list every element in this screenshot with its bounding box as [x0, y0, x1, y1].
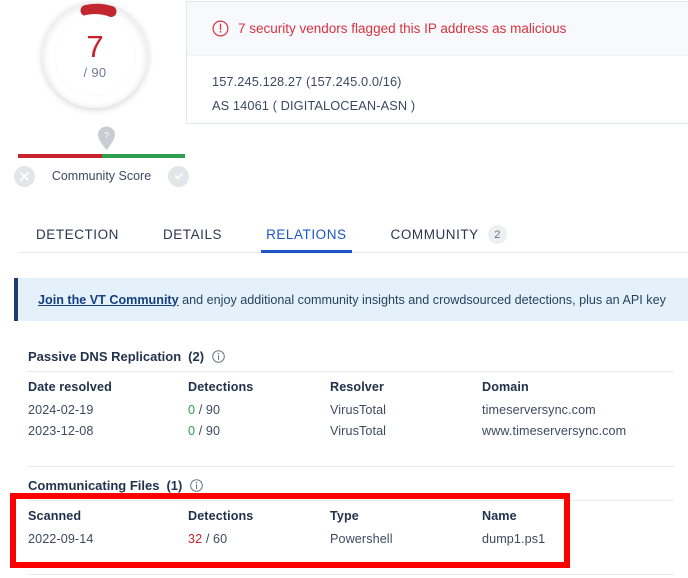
communicating-files-count: (1) — [166, 478, 182, 493]
tab-details-label: DETAILS — [163, 227, 222, 242]
tab-community-badge: 2 — [488, 225, 507, 244]
report-tabs: DETECTION DETAILS RELATIONS COMMUNITY 2 — [0, 216, 688, 253]
cross-icon[interactable] — [14, 166, 35, 187]
ip-address-line: 157.245.128.27 (157.245.0.0/16) — [212, 70, 688, 94]
join-banner-rest: and enjoy additional community insights … — [179, 293, 666, 307]
column-date-resolved: Date resolved — [28, 372, 188, 400]
detection-score-total: / 90 — [84, 65, 107, 80]
cell-detections: 0 / 90 — [188, 400, 330, 421]
virustotal-ip-report-page: 7 / 90 ? Community Score — [0, 0, 688, 578]
cell-resolver: VirusTotal — [330, 421, 482, 442]
join-vt-community-link[interactable]: Join the VT Community — [38, 293, 179, 307]
malicious-warning-row: 7 security vendors flagged this IP addre… — [187, 2, 688, 56]
communicating-files-table: Scanned Detections Type Name 2022-09-14 … — [28, 501, 688, 550]
passive-dns-table: Date resolved Detections Resolver Domain… — [28, 372, 688, 442]
column-type: Type — [330, 501, 482, 529]
passive-dns-count: (2) — [188, 349, 204, 364]
cell-domain[interactable]: timeserversync.com — [482, 400, 688, 421]
column-detections: Detections — [188, 372, 330, 400]
detection-score-gauge: 7 / 90 — [42, 2, 148, 108]
detection-summary-card: 7 security vendors flagged this IP addre… — [186, 1, 688, 124]
info-icon[interactable] — [212, 350, 225, 363]
cell-scanned: 2022-09-14 — [28, 529, 188, 550]
communicating-files-title: Communicating Files — [28, 478, 159, 493]
info-icon[interactable] — [190, 479, 203, 492]
table-row[interactable]: 2023-12-08 0 / 90 VirusTotal www.timeser… — [28, 421, 688, 442]
column-detections: Detections — [188, 501, 330, 529]
tab-detection-label: DETECTION — [36, 227, 119, 242]
check-icon[interactable] — [168, 166, 189, 187]
table-header-row: Scanned Detections Type Name — [28, 501, 688, 529]
passive-dns-section: Passive DNS Replication (2) Date resolve… — [14, 341, 674, 442]
passive-dns-title: Passive DNS Replication — [28, 349, 181, 364]
table-row[interactable]: 2024-02-19 0 / 90 VirusTotal timeservers… — [28, 400, 688, 421]
column-name: Name — [482, 501, 688, 529]
tab-community-label: COMMUNITY — [391, 227, 479, 242]
detections-total: / 90 — [199, 424, 220, 438]
detections-total: / 90 — [199, 403, 220, 417]
cell-detections: 0 / 90 — [188, 421, 330, 442]
passive-dns-bottom-divider — [28, 466, 674, 467]
cell-date-resolved: 2023-12-08 — [28, 421, 188, 442]
detections-hits: 32 — [188, 532, 202, 546]
tab-relations[interactable]: RELATIONS — [265, 216, 347, 253]
cell-detections: 32 / 60 — [188, 529, 330, 550]
tab-relations-label: RELATIONS — [266, 227, 346, 242]
join-community-banner: Join the VT Community and enjoy addition… — [14, 278, 688, 321]
column-resolver: Resolver — [330, 372, 482, 400]
tab-details[interactable]: DETAILS — [162, 216, 223, 253]
tab-community[interactable]: COMMUNITY 2 — [390, 216, 508, 253]
asn-line: AS 14061 ( DIGITALOCEAN-ASN ) — [212, 94, 688, 118]
column-scanned: Scanned — [28, 501, 188, 529]
communicating-files-section: Communicating Files (1) Scanned Detectio… — [14, 470, 674, 550]
gauge-center: 7 / 90 — [55, 15, 135, 95]
detections-total: / 60 — [206, 532, 227, 546]
community-score-label: Community Score — [52, 169, 151, 183]
table-header-row: Date resolved Detections Resolver Domain — [28, 372, 688, 400]
malicious-warning-text: 7 security vendors flagged this IP addre… — [238, 21, 566, 36]
community-score-label-row: Community Score — [14, 164, 189, 188]
svg-text:?: ? — [104, 131, 109, 141]
table-row[interactable]: 2022-09-14 32 / 60 Powershell dump1.ps1 — [28, 529, 688, 550]
alert-circle-icon — [212, 20, 229, 37]
communicating-files-header: Communicating Files (1) — [14, 470, 674, 500]
community-score-widget: ? Community Score — [14, 126, 189, 188]
cell-type: Powershell — [330, 529, 482, 550]
report-header: 7 / 90 ? Community Score — [0, 0, 688, 200]
passive-dns-header: Passive DNS Replication (2) — [14, 341, 674, 371]
ip-meta-block: 157.245.128.27 (157.245.0.0/16) AS 14061… — [187, 56, 688, 118]
cell-domain[interactable]: www.timeserversync.com — [482, 421, 688, 442]
community-score-negative — [18, 154, 102, 158]
column-domain: Domain — [482, 372, 688, 400]
cell-date-resolved: 2024-02-19 — [28, 400, 188, 421]
tab-detection[interactable]: DETECTION — [35, 216, 120, 253]
community-score-bar — [18, 154, 185, 158]
communicating-files-bottom-divider — [28, 574, 674, 575]
join-banner-text: Join the VT Community and enjoy addition… — [38, 293, 666, 307]
question-pin-icon: ? — [97, 126, 116, 151]
detection-score-value: 7 — [86, 32, 103, 62]
cell-resolver: VirusTotal — [330, 400, 482, 421]
cell-name[interactable]: dump1.ps1 — [482, 529, 688, 550]
community-score-positive — [102, 154, 186, 158]
